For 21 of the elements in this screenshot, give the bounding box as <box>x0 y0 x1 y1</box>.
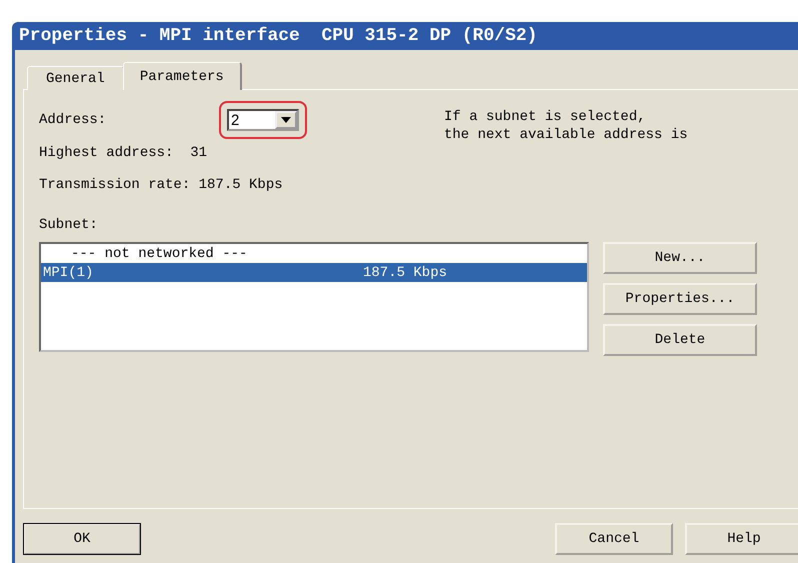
tab[interactable]: Parameters <box>122 62 242 90</box>
subnet-list-item[interactable]: --- not networked --- <box>41 244 587 263</box>
ok-button[interactable]: OK <box>23 523 141 555</box>
subnet-list[interactable]: --- not networked --- MPI(1) 187.5 Kbps <box>39 242 589 352</box>
highest-address-text: Highest address: 31 <box>39 144 208 162</box>
transmission-rate-text: Transmission rate: 187.5 Kbps <box>39 176 284 194</box>
caret-icon <box>281 117 291 123</box>
action-button[interactable]: Delete <box>603 324 757 356</box>
address-label: Address: <box>39 111 108 129</box>
subnet-list-item[interactable]: MPI(1) 187.5 Kbps <box>41 263 587 282</box>
tab[interactable]: General <box>27 66 125 90</box>
action-button[interactable]: Properties... <box>603 283 757 315</box>
dropdown-button[interactable] <box>275 111 297 129</box>
dialog-button[interactable]: Help <box>685 523 798 555</box>
hint-text: the next available address is <box>444 126 688 144</box>
window-title: Properties - MPI interface CPU 315-2 DP (R0/S2) <box>19 26 538 46</box>
dialog-button[interactable]: Cancel <box>555 523 673 555</box>
action-button[interactable]: New... <box>603 242 757 274</box>
address-dropdown[interactable]: 2 <box>227 109 299 131</box>
subnet-label: Subnet: <box>39 216 99 234</box>
hint-text: If a subnet is selected, <box>444 108 647 126</box>
